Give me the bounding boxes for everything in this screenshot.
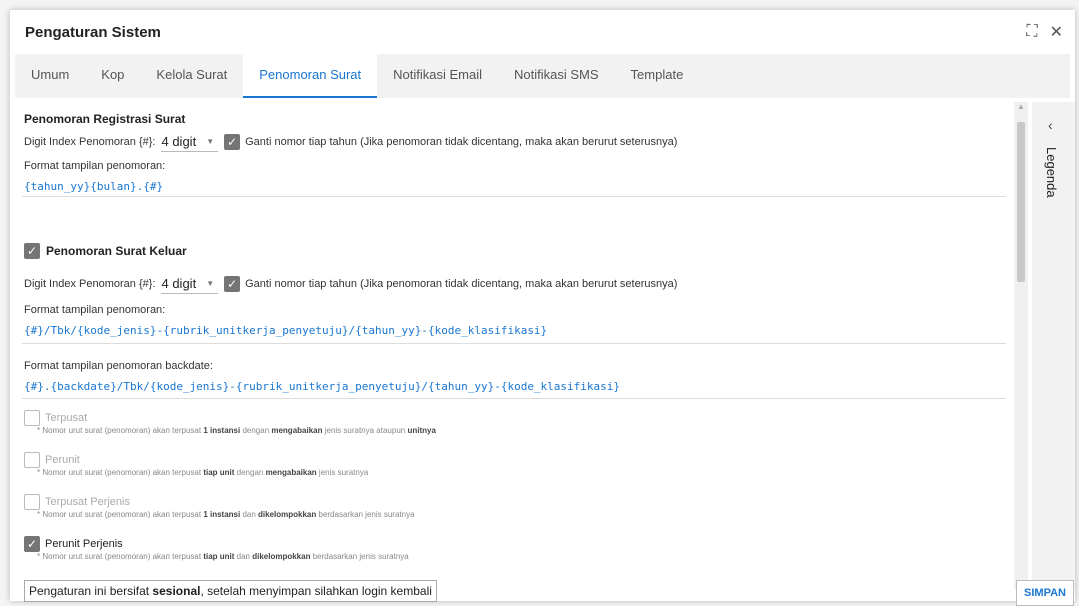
dropdown-caret-icon: ▼ — [206, 279, 215, 288]
save-button[interactable]: SIMPAN — [1016, 580, 1074, 606]
terpusat-note: * Nomor urut surat (penomoran) akan terp… — [37, 426, 436, 435]
option-perunit: Perunit * Nomor urut surat (penomoran) a… — [24, 452, 368, 477]
registrasi-title: Penomoran Registrasi Surat — [24, 112, 186, 126]
divider — [22, 343, 1006, 344]
vertical-scrollbar[interactable]: ▲ ▼ — [1014, 102, 1028, 589]
divider — [22, 196, 1006, 197]
divider — [22, 398, 1006, 399]
terpusat-perjenis-note: * Nomor urut surat (penomoran) akan terp… — [37, 510, 415, 519]
fullscreen-icon[interactable]: ⛶ — [1026, 23, 1037, 41]
settings-dialog: Pengaturan Sistem ⛶ ✕ Umum Kop Kelola Su… — [10, 10, 1075, 606]
terpusat-checkbox[interactable] — [24, 410, 40, 426]
legend-panel[interactable]: ‹ Legenda — [1032, 102, 1075, 589]
registrasi-reset-checkbox[interactable]: ✓ — [224, 134, 241, 150]
perunit-perjenis-note: * Nomor urut surat (penomoran) akan terp… — [37, 552, 409, 561]
terpusat-perjenis-checkbox[interactable] — [24, 494, 40, 510]
registrasi-digit-value: 4 digit — [161, 134, 197, 149]
tab-kop[interactable]: Kop — [85, 54, 140, 98]
option-perunit-perjenis: ✓ Perunit Perjenis * Nomor urut surat (p… — [24, 536, 409, 561]
option-terpusat-perjenis: Terpusat Perjenis * Nomor urut surat (pe… — [24, 494, 415, 519]
terpusat-title: Terpusat — [45, 412, 88, 424]
keluar-reset-label: Ganti nomor tiap tahun (Jika penomoran t… — [245, 278, 678, 290]
registrasi-reset-label: Ganti nomor tiap tahun (Jika penomoran t… — [245, 136, 678, 148]
terpusat-perjenis-title: Terpusat Perjenis — [45, 496, 130, 508]
tab-notifikasi-email[interactable]: Notifikasi Email — [377, 54, 498, 98]
tab-bar: Umum Kop Kelola Surat Penomoran Surat No… — [15, 54, 1070, 98]
registrasi-digit-select[interactable]: 4 digit ▼ — [161, 132, 219, 152]
legend-label: Legenda — [1044, 147, 1059, 198]
tab-notifikasi-sms[interactable]: Notifikasi SMS — [498, 54, 615, 98]
option-terpusat: Terpusat * Nomor urut surat (penomoran) … — [24, 410, 436, 435]
dialog-title: Pengaturan Sistem — [25, 24, 161, 41]
dropdown-caret-icon: ▼ — [206, 137, 215, 146]
keluar-format-value[interactable]: {#}/Tbk/{kode_jenis}-{rubrik_unitkerja_p… — [24, 324, 547, 337]
keluar-enabled-checkbox[interactable]: ✓ — [24, 243, 40, 259]
tab-template[interactable]: Template — [615, 54, 700, 98]
tab-kelola-surat[interactable]: Kelola Surat — [140, 54, 243, 98]
perunit-note: * Nomor urut surat (penomoran) akan terp… — [37, 468, 369, 477]
dialog-titlebar: Pengaturan Sistem ⛶ ✕ — [10, 10, 1075, 54]
registrasi-format-value[interactable]: {tahun_yy}{bulan}.{#} — [24, 180, 163, 193]
close-icon[interactable]: ✕ — [1050, 22, 1063, 42]
keluar-reset-checkbox[interactable]: ✓ — [224, 276, 241, 292]
keluar-format-label: Format tampilan penomoran: — [24, 304, 166, 316]
keluar-digit-select[interactable]: 4 digit ▼ — [161, 274, 219, 294]
perunit-checkbox[interactable] — [24, 452, 40, 468]
keluar-digit-label: Digit Index Penomoran {#}: — [24, 278, 156, 290]
perunit-title: Perunit — [45, 454, 80, 466]
keluar-digit-value: 4 digit — [161, 276, 197, 291]
session-note: Pengaturan ini bersifat sesional, setela… — [24, 580, 437, 602]
perunit-perjenis-checkbox[interactable]: ✓ — [24, 536, 40, 552]
scrollbar-thumb[interactable] — [1017, 122, 1025, 282]
keluar-backdate-value[interactable]: {#}.{backdate}/Tbk/{kode_jenis}-{rubrik_… — [24, 380, 620, 393]
penomoran-panel: Penomoran Registrasi Surat Digit Index P… — [22, 102, 1010, 580]
scroll-up-icon[interactable]: ▲ — [1017, 102, 1025, 111]
keluar-title: Penomoran Surat Keluar — [46, 244, 187, 258]
registrasi-format-label: Format tampilan penomoran: — [24, 160, 166, 172]
keluar-backdate-label: Format tampilan penomoran backdate: — [24, 360, 213, 372]
chevron-left-icon[interactable]: ‹ — [1048, 117, 1053, 133]
perunit-perjenis-title: Perunit Perjenis — [45, 538, 123, 550]
tab-penomoran-surat[interactable]: Penomoran Surat — [243, 54, 378, 98]
tab-umum[interactable]: Umum — [15, 54, 85, 98]
registrasi-digit-label: Digit Index Penomoran {#}: — [24, 136, 156, 148]
